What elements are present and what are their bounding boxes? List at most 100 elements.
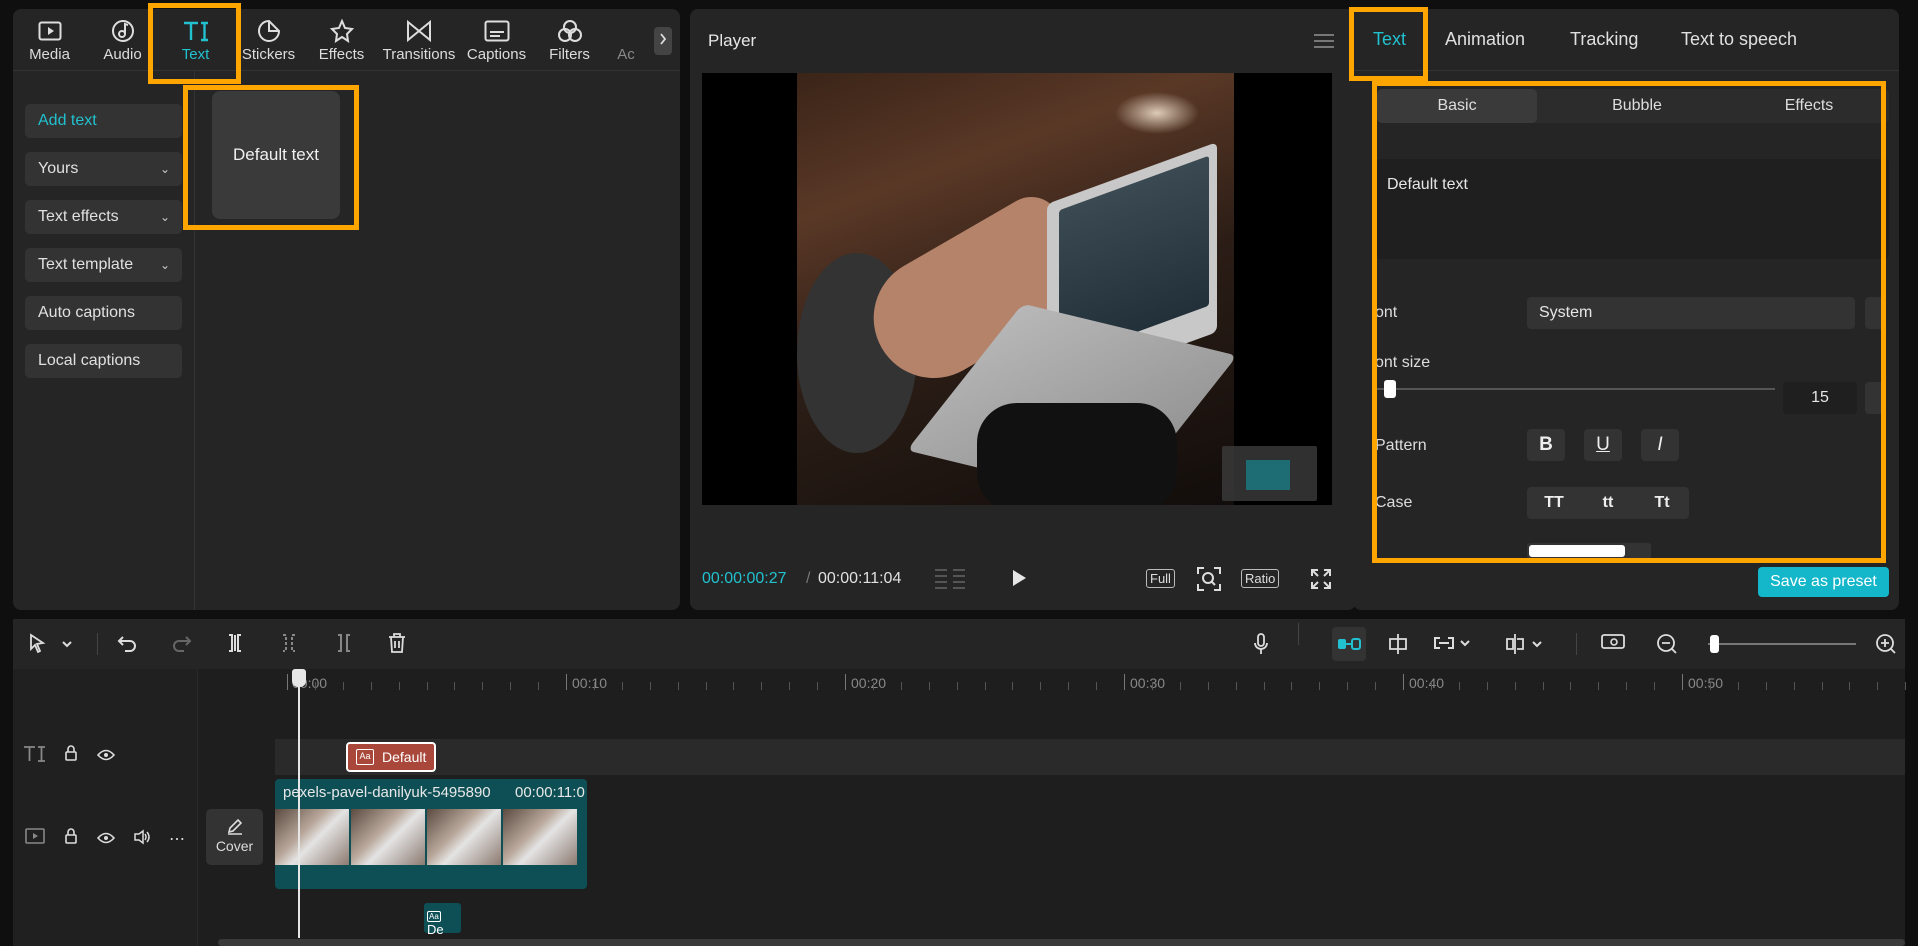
tab-captions[interactable]: Captions: [460, 9, 533, 71]
ruler-tick: [1040, 682, 1042, 690]
undo-icon[interactable]: [117, 633, 137, 658]
text-template-button[interactable]: Text template ⌄: [25, 248, 182, 282]
ruler-tick: [1375, 682, 1377, 690]
zoom-in-icon[interactable]: [1875, 633, 1897, 660]
video-clip[interactable]: pexels-pavel-danilyuk-5495890 00:00:11:0: [275, 779, 587, 889]
ruler-tick: [1151, 682, 1153, 690]
tab-text-inspector[interactable]: Text: [1373, 29, 1406, 50]
tab-adjust[interactable]: Ac: [606, 9, 646, 71]
case-label: Case: [1375, 494, 1413, 511]
tab-text[interactable]: Text: [159, 9, 232, 71]
timeline-preview-icon[interactable]: [1600, 633, 1626, 658]
zoom-out-icon[interactable]: [1656, 633, 1678, 660]
font-size-input[interactable]: 15: [1783, 382, 1857, 414]
sub-tab-basic[interactable]: Basic: [1377, 89, 1537, 123]
delete-icon[interactable]: [388, 633, 406, 658]
fullscreen-icon[interactable]: [1310, 568, 1332, 595]
zoom-slider[interactable]: [1708, 643, 1856, 645]
tab-transitions[interactable]: Transitions: [378, 9, 460, 71]
microphone-icon[interactable]: [1253, 633, 1269, 660]
text-overlay-box[interactable]: [1222, 446, 1317, 501]
horizontal-scrollbar[interactable]: [218, 939, 1905, 946]
font-size-stepper[interactable]: [1865, 382, 1885, 414]
underline-button[interactable]: U: [1584, 429, 1622, 461]
tab-audio[interactable]: Audio: [86, 9, 159, 71]
menu-icon[interactable]: [1314, 33, 1334, 54]
cover-button[interactable]: Cover: [206, 809, 263, 865]
ruler-tick: [1486, 682, 1488, 690]
tab-filters[interactable]: Filters: [533, 9, 606, 71]
split-icon[interactable]: [225, 633, 245, 658]
case-lower-button[interactable]: tt: [1581, 487, 1635, 519]
current-time: 00:00:00:27: [702, 570, 787, 587]
ruler-tick: [1068, 682, 1070, 690]
save-as-preset-button[interactable]: Save as preset: [1758, 567, 1889, 597]
timeline-ruler[interactable]: 00:00 00:10 00:20 00:30 00:40 00:50: [275, 669, 1907, 695]
ruler-tick: [1542, 682, 1544, 690]
text-clip-icon: Aa: [427, 911, 441, 922]
text-clip[interactable]: Aa Default: [346, 742, 436, 772]
playhead[interactable]: [298, 673, 300, 938]
text-clip-small-label: De: [427, 922, 444, 937]
italic-button[interactable]: I: [1641, 429, 1679, 461]
zoom-slider-thumb[interactable]: [1710, 635, 1719, 653]
zoom-fit-icon[interactable]: [1196, 566, 1222, 597]
tab-text-to-speech[interactable]: Text to speech: [1681, 29, 1797, 50]
playhead-handle[interactable]: [292, 669, 306, 687]
more-tabs-button[interactable]: [654, 27, 672, 55]
full-button[interactable]: Full: [1146, 569, 1175, 588]
font-stepper[interactable]: [1865, 297, 1885, 329]
yours-button[interactable]: Yours ⌄: [25, 152, 182, 186]
magnet-toggle[interactable]: [1332, 627, 1366, 661]
speaker-icon[interactable]: [133, 829, 151, 850]
cover-label: Cover: [215, 838, 254, 854]
auto-captions-button[interactable]: Auto captions: [25, 296, 182, 330]
snap-icon[interactable]: [1386, 633, 1410, 660]
lock-icon[interactable]: [64, 828, 78, 849]
case-title-button[interactable]: Tt: [1635, 487, 1689, 519]
eye-icon[interactable]: [96, 831, 116, 849]
toolbar-divider: [1576, 633, 1577, 655]
tab-effects[interactable]: Effects: [305, 9, 378, 71]
text-content-input[interactable]: Default text: [1377, 159, 1889, 259]
tab-stickers[interactable]: Stickers: [232, 9, 305, 71]
ruler-tick: [342, 682, 344, 690]
select-tool-icon[interactable]: [29, 633, 47, 658]
sub-tab-effects[interactable]: Effects: [1729, 89, 1889, 123]
bold-button[interactable]: B: [1527, 429, 1565, 461]
text-effects-button[interactable]: Text effects ⌄: [25, 200, 182, 234]
ruler-tick: [1821, 682, 1823, 690]
timeline-grid-icon[interactable]: [933, 567, 967, 594]
more-options-icon[interactable]: ⋯: [169, 829, 185, 849]
font-size-slider-thumb[interactable]: [1384, 380, 1396, 398]
font-select[interactable]: System: [1527, 297, 1855, 329]
redo-icon[interactable]: [172, 633, 192, 658]
chevron-down-icon[interactable]: [61, 637, 73, 655]
font-value: System: [1539, 304, 1593, 321]
add-text-button[interactable]: Add text: [25, 104, 182, 138]
ratio-button[interactable]: Ratio: [1241, 569, 1280, 588]
default-text-card[interactable]: Default text: [212, 91, 340, 219]
split-left-icon[interactable]: [279, 633, 299, 658]
tab-tracking[interactable]: Tracking: [1570, 29, 1638, 50]
ruler-tick: [454, 682, 456, 690]
link-icon[interactable]: [1431, 633, 1471, 658]
color-swatch[interactable]: [1529, 545, 1625, 557]
ruler-tick: [287, 674, 288, 690]
player-canvas[interactable]: [702, 73, 1332, 505]
text-clip-small[interactable]: Aa De: [424, 903, 461, 937]
case-upper-button[interactable]: TT: [1527, 487, 1581, 519]
sub-tab-bubble[interactable]: Bubble: [1557, 89, 1717, 123]
font-size-slider[interactable]: [1375, 388, 1775, 390]
split-right-icon[interactable]: [334, 633, 354, 658]
text-effects-label: Text effects: [38, 208, 119, 225]
eye-icon[interactable]: [96, 748, 116, 766]
tab-animation[interactable]: Animation: [1445, 29, 1525, 50]
local-captions-button[interactable]: Local captions: [25, 344, 182, 378]
lock-icon[interactable]: [64, 745, 78, 766]
preview-axis-icon[interactable]: [1503, 633, 1545, 660]
tab-media[interactable]: Media: [13, 9, 86, 71]
ruler-tick: [1458, 682, 1460, 690]
play-button[interactable]: [1010, 568, 1028, 593]
chevron-down-icon: ⌄: [159, 210, 170, 224]
